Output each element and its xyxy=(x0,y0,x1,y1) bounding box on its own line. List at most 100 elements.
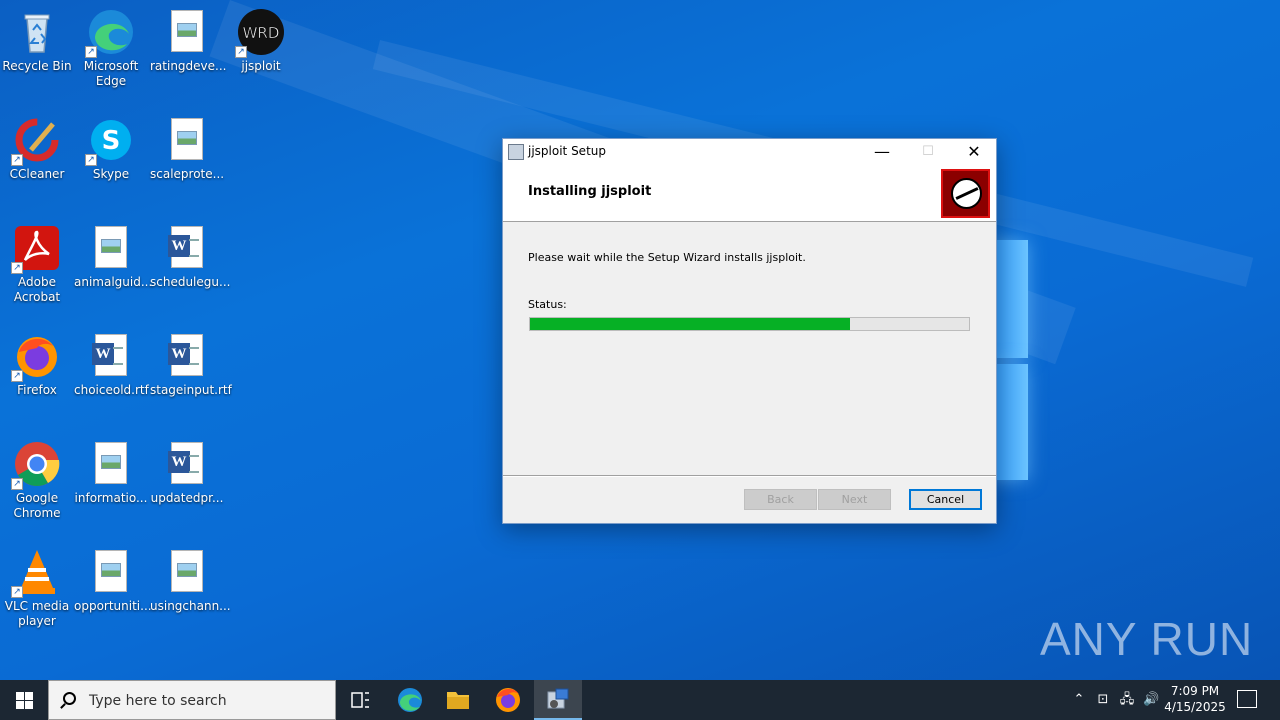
progress-fill xyxy=(530,318,851,330)
desktop-icon-label: Recycle Bin xyxy=(2,59,72,73)
footer-divider xyxy=(503,475,996,477)
desktop-icon-google-chrome[interactable]: ↗ Google Chrome xyxy=(0,440,74,521)
desktop-icon-label: Firefox xyxy=(17,383,57,397)
firefox-icon: ↗ xyxy=(11,332,61,382)
taskbar: Type here to search ⌃ ⊡ 🖧 🔊 7:09 PM 4/15… xyxy=(0,680,1280,720)
jjsploit-banner-icon xyxy=(941,169,990,218)
shortcut-arrow-icon: ↗ xyxy=(11,262,23,274)
search-icon xyxy=(63,692,76,705)
desktop-icon-firefox[interactable]: ↗ Firefox xyxy=(0,332,74,398)
desktop-icon-vlc[interactable]: ↗ VLC media player xyxy=(0,548,74,629)
desktop-icon-label: stageinput.rtf xyxy=(150,383,232,397)
desktop-icon-adobe-acrobat[interactable]: ↗ Adobe Acrobat xyxy=(0,224,74,305)
desktop-icon-label: opportuniti... xyxy=(74,599,152,613)
desktop-icon-updatedpr[interactable]: W updatedpr... xyxy=(150,440,224,506)
shortcut-arrow-icon: ↗ xyxy=(85,46,97,58)
desktop-icon-skype[interactable]: S ↗ Skype xyxy=(74,116,148,182)
recycle-bin-icon xyxy=(13,8,61,56)
jjsploit-icon: WRD ↗ xyxy=(235,8,285,58)
acrobat-icon: ↗ xyxy=(11,224,61,274)
desktop-icon-scaleprote[interactable]: scaleprote... xyxy=(150,116,224,182)
desktop-icon-label: informatio... xyxy=(74,491,148,505)
desktop-icon-ccleaner[interactable]: ↗ CCleaner xyxy=(0,116,74,182)
desktop-icon-label: CCleaner xyxy=(9,167,65,181)
shortcut-arrow-icon: ↗ xyxy=(235,46,247,58)
task-view-icon xyxy=(351,692,369,708)
dialog-header: Installing jjsploit xyxy=(503,165,996,222)
word-file-icon: W xyxy=(87,332,135,380)
desktop-icon-label: Adobe Acrobat xyxy=(13,275,61,304)
desktop-icon-label: Skype xyxy=(92,167,130,181)
desktop-icon-label: scaleprote... xyxy=(150,167,225,181)
desktop-icon-stageinput[interactable]: W stageinput.rtf xyxy=(150,332,232,398)
word-file-icon: W xyxy=(163,224,211,272)
desktop-icon-recycle-bin[interactable]: Recycle Bin xyxy=(0,8,74,74)
vlc-icon: ↗ xyxy=(11,548,61,598)
task-view-button[interactable] xyxy=(336,680,384,720)
desktop-icon-label: VLC media player xyxy=(4,599,70,628)
anyrun-watermark: ANY RUN xyxy=(1040,613,1254,665)
chrome-icon: ↗ xyxy=(11,440,61,490)
desktop-icon-label: animalguid... xyxy=(74,275,153,289)
desktop-icon-animalguid[interactable]: animalguid... xyxy=(74,224,153,290)
taskbar-edge[interactable] xyxy=(386,680,434,720)
shortcut-arrow-icon: ↗ xyxy=(85,154,97,166)
desktop-icon-label: jjsploit xyxy=(241,59,281,73)
image-file-icon xyxy=(87,548,135,596)
notifications-icon[interactable] xyxy=(1237,690,1257,708)
meet-now-icon[interactable]: ⊡ xyxy=(1095,692,1111,708)
windows-logo-wallpaper xyxy=(992,240,1028,480)
file-explorer-icon xyxy=(447,692,469,709)
desktop-icon-label: ratingdeve... xyxy=(150,59,227,73)
start-button[interactable] xyxy=(0,680,48,720)
image-file-icon xyxy=(87,224,135,272)
desktop-icon-choiceold[interactable]: W choiceold.rtf xyxy=(74,332,149,398)
desktop-icon-label: schedulegu... xyxy=(150,275,231,289)
desktop-icon-label: usingchann... xyxy=(150,599,231,613)
minimize-button[interactable]: — xyxy=(859,139,905,165)
show-hidden-icons-chevron[interactable]: ⌃ xyxy=(1071,692,1087,708)
svg-text:WRD: WRD xyxy=(243,24,280,42)
desktop-icon-usingchann[interactable]: usingchann... xyxy=(150,548,231,614)
desktop-icon-opportuniti[interactable]: opportuniti... xyxy=(74,548,152,614)
desktop-icon-jjsploit[interactable]: WRD ↗ jjsploit xyxy=(224,8,298,74)
edge-icon: ↗ xyxy=(85,8,135,58)
clock[interactable]: 7:09 PM 4/15/2025 xyxy=(1163,683,1227,715)
shortcut-arrow-icon: ↗ xyxy=(11,478,23,490)
image-file-icon xyxy=(163,548,211,596)
image-file-icon xyxy=(87,440,135,488)
shortcut-arrow-icon: ↗ xyxy=(11,154,23,166)
desktop-icon-label: choiceold.rtf xyxy=(74,383,149,397)
dialog-titlebar[interactable]: jjsploit Setup — ☐ ✕ xyxy=(503,139,996,165)
clock-date: 4/15/2025 xyxy=(1164,700,1226,714)
desktop-icon-label: Microsoft Edge xyxy=(83,59,139,88)
cancel-button[interactable]: Cancel xyxy=(909,489,982,510)
desktop-icon-label: Google Chrome xyxy=(13,491,61,520)
desktop-icon-microsoft-edge[interactable]: ↗ Microsoft Edge xyxy=(74,8,148,89)
taskbar-jjsploit-setup[interactable] xyxy=(534,680,582,720)
word-file-icon: W xyxy=(163,332,211,380)
dialog-message: Please wait while the Setup Wizard insta… xyxy=(528,251,806,264)
volume-icon[interactable]: 🔊 xyxy=(1143,692,1159,708)
dialog-title: jjsploit Setup xyxy=(528,144,606,158)
ccleaner-icon: ↗ xyxy=(11,116,61,166)
taskbar-firefox[interactable] xyxy=(484,680,532,720)
firefox-icon xyxy=(496,688,520,712)
image-file-icon xyxy=(163,116,211,164)
svg-text:S: S xyxy=(102,126,121,156)
dialog-heading: Installing jjsploit xyxy=(528,184,652,199)
desktop-icon-informatio[interactable]: informatio... xyxy=(74,440,148,506)
installer-icon xyxy=(508,144,524,160)
desktop-icon-schedulegu[interactable]: W schedulegu... xyxy=(150,224,231,290)
desktop-icon-label: updatedpr... xyxy=(150,491,224,505)
skype-icon: S ↗ xyxy=(85,116,135,166)
status-label: Status: xyxy=(528,298,567,311)
close-button[interactable]: ✕ xyxy=(951,139,997,165)
taskbar-search-box[interactable]: Type here to search xyxy=(48,680,336,720)
network-icon[interactable]: 🖧 xyxy=(1119,692,1135,708)
image-file-icon xyxy=(163,8,211,56)
desktop-icon-ratingdeve[interactable]: ratingdeve... xyxy=(150,8,227,74)
edge-icon xyxy=(398,688,422,712)
word-file-icon: W xyxy=(163,440,211,488)
taskbar-file-explorer[interactable] xyxy=(434,680,482,720)
